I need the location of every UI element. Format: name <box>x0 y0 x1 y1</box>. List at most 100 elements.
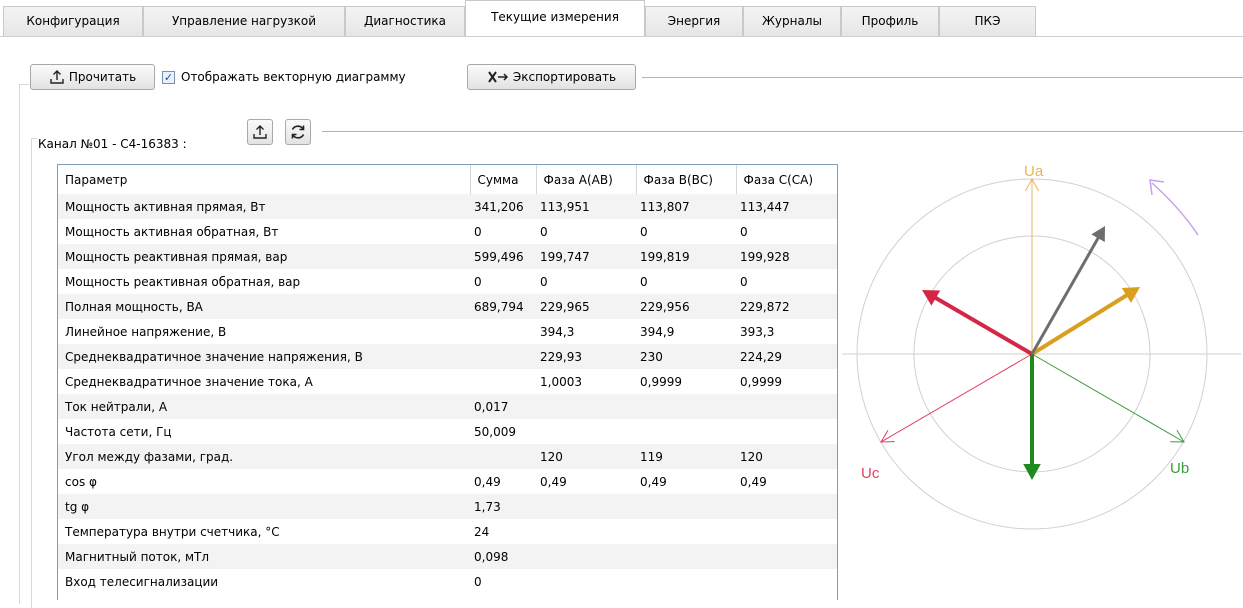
header-phase-b[interactable]: Фаза В(ВС) <box>635 165 736 194</box>
cell-phase-a: 199,747 <box>536 244 636 269</box>
tab-current-measurements[interactable]: Текущие измерения <box>465 0 645 37</box>
cell-sum: 1,73 <box>470 494 536 519</box>
cell-phase-c <box>736 419 837 444</box>
vector-diagram: Ua Ub Uc <box>842 163 1241 530</box>
cell-phase-b: 0,49 <box>636 469 736 494</box>
tab-configuration[interactable]: Конфигурация <box>3 6 143 36</box>
outer-group-border <box>19 84 29 85</box>
cell-phase-a: 229,93 <box>536 344 636 369</box>
cell-phase-b <box>636 494 736 519</box>
cell-phase-a <box>536 419 636 444</box>
cell-phase-b <box>636 419 736 444</box>
table-row[interactable]: Мощность активная прямая, Вт 341,206 113,9… <box>58 194 837 219</box>
cell-phase-a: 229,965 <box>536 294 636 319</box>
channel-refresh-button[interactable] <box>285 119 311 145</box>
cell-sum: 341,206 <box>470 194 536 219</box>
export-button[interactable]: Экспортировать <box>467 64 636 90</box>
cell-phase-b: 0 <box>636 269 736 294</box>
cell-phase-a: 394,3 <box>536 319 636 344</box>
cell-sum: 0,49 <box>470 469 536 494</box>
header-parameter[interactable]: Параметр <box>58 165 470 194</box>
cell-param: Магнитный поток, мТл <box>58 544 470 569</box>
cell-phase-a <box>536 519 636 544</box>
table-row[interactable]: Среднеквадратичное значение напряжения, … <box>58 344 837 369</box>
cell-phase-c: 199,928 <box>736 244 837 269</box>
cell-sum: 0,017 <box>470 394 536 419</box>
current-vector-c-line <box>933 295 1034 356</box>
cell-phase-b <box>636 519 736 544</box>
resultant-vector-line <box>1030 235 1101 355</box>
label-uc: Uc <box>861 465 880 482</box>
table-row[interactable]: Температура внутри счетчика, °С 24 <box>58 519 837 544</box>
cell-phase-a: 113,951 <box>536 194 636 219</box>
table-row[interactable]: Мощность активная обратная, Вт 0 0 0 0 <box>58 219 837 244</box>
cell-param: Среднеквадратичное значение тока, А <box>58 369 470 394</box>
cell-phase-c: 393,3 <box>736 319 837 344</box>
tab-bar: Конфигурация Управление нагрузкой Диагно… <box>0 0 1243 37</box>
table-row[interactable]: Угол между фазами, град. 120 119 120 <box>58 444 837 469</box>
cell-sum <box>470 319 536 344</box>
table-row[interactable]: Вход телесигнализации 0 <box>58 569 837 594</box>
cell-param: Мощность реактивная прямая, вар <box>58 244 470 269</box>
cell-phase-a: 0 <box>536 219 636 244</box>
cell-phase-a: 120 <box>536 444 636 469</box>
cell-param: Температура внутри счетчика, °С <box>58 519 470 544</box>
cell-sum <box>470 344 536 369</box>
table-row[interactable]: Частота сети, Гц 50,009 <box>58 419 837 444</box>
cell-param: Мощность активная обратная, Вт <box>58 219 470 244</box>
cell-phase-b <box>636 394 736 419</box>
table-row[interactable]: Линейное напряжение, В 394,3 394,9 393,3 <box>58 319 837 344</box>
cell-phase-b: 0 <box>636 219 736 244</box>
cell-param: Линейное напряжение, В <box>58 319 470 344</box>
show-vector-checkbox[interactable]: ✓ <box>162 70 175 84</box>
header-sum[interactable]: Сумма <box>469 165 536 194</box>
table-header-row: Параметр Сумма Фаза А(АВ) Фаза В(ВС) Фаз… <box>58 165 837 194</box>
tab-profile[interactable]: Профиль <box>841 6 939 36</box>
cell-phase-b: 119 <box>636 444 736 469</box>
table-row[interactable]: Среднеквадратичное значение тока, А 1,000… <box>58 369 837 394</box>
table-row[interactable]: Мощность реактивная обратная, вар 0 0 0 0 <box>58 269 837 294</box>
cell-phase-c: 120 <box>736 444 837 469</box>
cell-phase-a <box>536 394 636 419</box>
channel-upload-button[interactable] <box>247 119 273 145</box>
cell-phase-c <box>736 544 837 569</box>
tab-load-control[interactable]: Управление нагрузкой <box>143 6 345 36</box>
tab-pke[interactable]: ПКЭ <box>939 6 1036 36</box>
cell-phase-c: 0 <box>736 219 837 244</box>
cell-sum: 24 <box>470 519 536 544</box>
cell-phase-a: 0,49 <box>536 469 636 494</box>
cell-sum: 0,098 <box>470 544 536 569</box>
cell-phase-a <box>536 569 636 594</box>
table-row[interactable]: Мощность реактивная прямая, вар 599,496 19… <box>58 244 837 269</box>
table-row[interactable]: Ток нейтрали, А 0,017 <box>58 394 837 419</box>
cell-phase-c: 224,29 <box>736 344 837 369</box>
cell-param: cos φ <box>58 469 470 494</box>
cell-phase-c <box>736 494 837 519</box>
cell-param: Вход телесигнализации <box>58 569 470 594</box>
tab-journals[interactable]: Журналы <box>743 6 841 36</box>
show-vector-diagram-toggle[interactable]: ✓ Отображать векторную диаграмму <box>162 64 406 90</box>
table-row[interactable]: Полная мощность, ВА 689,794 229,965 229,956… <box>58 294 837 319</box>
export-icon <box>488 71 508 83</box>
header-phase-c[interactable]: Фаза С(СА) <box>735 165 837 194</box>
cell-param: Частота сети, Гц <box>58 419 470 444</box>
table-row[interactable]: tg φ 1,73 <box>58 494 837 519</box>
read-button-label: Прочитать <box>68 70 137 84</box>
read-button[interactable]: Прочитать <box>30 64 155 90</box>
export-button-label: Экспортировать <box>512 70 617 84</box>
table-row[interactable]: cos φ 0,49 0,49 0,49 0,49 <box>58 469 837 494</box>
rotation-arc-icon <box>1151 182 1199 236</box>
tab-energy[interactable]: Энергия <box>645 6 743 36</box>
cell-phase-c: 0,9999 <box>736 369 837 394</box>
cell-phase-c: 113,447 <box>736 194 837 219</box>
channel-group-border-left <box>31 138 32 608</box>
table-row[interactable]: Магнитный поток, мТл 0,098 <box>58 544 837 569</box>
header-phase-a[interactable]: Фаза А(АВ) <box>535 165 636 194</box>
cell-param: Мощность реактивная обратная, вар <box>58 269 470 294</box>
cell-param: Мощность активная прямая, Вт <box>58 194 470 219</box>
tab-diagnostics[interactable]: Диагностика <box>345 6 465 36</box>
label-ub: Ub <box>1170 460 1189 477</box>
cell-param: Ток нейтрали, А <box>58 394 470 419</box>
cell-phase-c: 0,49 <box>736 469 837 494</box>
current-vector-a-line <box>1030 292 1130 356</box>
